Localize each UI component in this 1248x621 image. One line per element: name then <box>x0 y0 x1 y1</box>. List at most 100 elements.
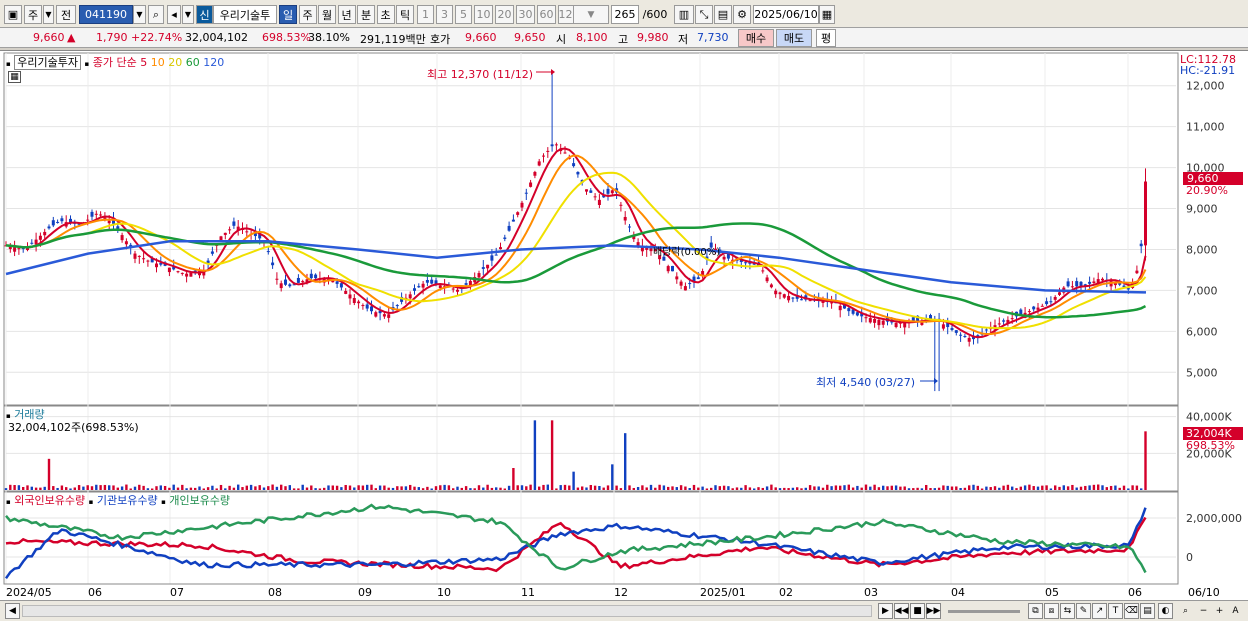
compare-icon[interactable]: ⇆ <box>1060 603 1075 619</box>
unit-select[interactable]: ▼ <box>573 5 609 24</box>
candle-body <box>873 318 877 323</box>
layout-icon[interactable]: ⧈ <box>1044 603 1059 619</box>
market-select[interactable]: 주 <box>24 5 42 24</box>
chart-tool-icon[interactable]: ▤ <box>1140 603 1155 619</box>
candle-body <box>180 272 184 274</box>
interval-30-button[interactable]: 30 <box>516 5 535 24</box>
price-tick-label: 6,000 <box>1186 325 1218 338</box>
chart-area[interactable]: 12,000 11,000 10,000 9,000 8,000 7,000 6,000 5,… <box>0 50 1248 600</box>
arrow-tool-icon[interactable]: ↗ <box>1092 603 1107 619</box>
plus-icon[interactable]: + <box>1212 603 1227 619</box>
period-3-button[interactable]: 년 <box>337 5 356 24</box>
crosshair-icon[interactable]: ⤡ <box>695 5 713 24</box>
volume-bar <box>662 485 666 490</box>
volume-bar <box>22 486 25 490</box>
candle-body <box>1049 301 1053 303</box>
candle-body <box>606 188 610 194</box>
zoom-slider[interactable] <box>948 610 1020 613</box>
volume-bar <box>73 487 76 490</box>
font-size-icon[interactable]: A <box>1228 603 1243 619</box>
text-tool-icon[interactable]: T <box>1108 603 1123 619</box>
scroll-right-icon[interactable]: ▶ <box>878 603 893 619</box>
period-4-button[interactable]: 분 <box>357 5 375 24</box>
draw-icon[interactable]: ✎ <box>1076 603 1091 619</box>
interval-10-button[interactable]: 10 <box>474 5 493 24</box>
interval-5-button[interactable]: 5 <box>455 5 472 24</box>
volume-bar <box>619 488 623 490</box>
gear-icon[interactable]: ⚙ <box>733 5 751 24</box>
sell-button[interactable]: 매도 <box>776 29 812 47</box>
candle-body <box>537 161 541 166</box>
candle-body <box>133 253 137 259</box>
count-input[interactable]: 265 <box>611 5 639 24</box>
candle-body <box>1040 305 1044 307</box>
candle-body <box>155 263 158 268</box>
zoom-in-icon[interactable]: ⌕ <box>1178 603 1193 619</box>
volume-bar <box>249 484 253 490</box>
candle-body <box>387 314 391 318</box>
table-icon[interactable]: ▦ <box>8 71 21 83</box>
stock-code-input[interactable]: 041190 <box>79 5 133 24</box>
period-1-button[interactable]: 주 <box>298 5 317 24</box>
chart-type-icon[interactable]: ▥ <box>674 5 694 24</box>
candle-body <box>855 312 859 316</box>
search-icon[interactable]: ⌕ <box>148 5 164 24</box>
copy-icon[interactable]: ⧉ <box>1028 603 1043 619</box>
code-dropdown-icon[interactable]: ▼ <box>133 5 146 24</box>
list-dropdown-icon[interactable]: ▼ <box>182 5 194 24</box>
volume-bar <box>937 487 941 490</box>
candle-body <box>137 255 141 257</box>
volume-bar <box>1032 486 1035 490</box>
volume-bar <box>288 485 291 490</box>
window-icon[interactable]: ▣ <box>4 5 22 24</box>
buy-button[interactable]: 매수 <box>738 29 774 47</box>
volume-bar <box>120 486 124 490</box>
volume-bar <box>30 486 33 490</box>
candle-body <box>370 306 373 312</box>
calendar-icon[interactable]: ▦ <box>819 5 835 24</box>
interval-60-button[interactable]: 60 <box>537 5 556 24</box>
change: 1,790 <box>96 31 128 44</box>
volume-bar <box>1028 484 1031 490</box>
candle-body <box>619 204 623 206</box>
stop-icon[interactable]: ■ <box>910 603 925 619</box>
chart-canvas[interactable]: 12,00011,00010,0009,0008,0007,0006,0005,… <box>0 51 1248 601</box>
candle-body <box>43 231 47 236</box>
volume-bar <box>224 488 227 490</box>
minus-icon[interactable]: − <box>1196 603 1211 619</box>
candle-body <box>185 273 189 277</box>
speaker-icon[interactable]: ◂ <box>167 5 181 24</box>
volume-bar <box>275 486 279 490</box>
eval-button[interactable]: 평 <box>816 29 836 47</box>
price-tick-label: 12,000 <box>1186 80 1225 93</box>
volume-bar <box>495 487 498 490</box>
date-input[interactable]: 2025/06/10 <box>753 5 819 24</box>
volume-bar <box>271 484 274 490</box>
interval-3-button[interactable]: 3 <box>436 5 453 24</box>
volume-bar <box>421 488 425 490</box>
x-tick-label: 2025/01 <box>700 586 746 599</box>
period-2-button[interactable]: 월 <box>318 5 336 24</box>
candle-body <box>361 305 365 307</box>
forward-icon[interactable]: ▶▶ <box>926 603 941 619</box>
period-6-button[interactable]: 틱 <box>396 5 414 24</box>
high-price: 9,980 <box>637 31 669 44</box>
palette-icon[interactable]: ◐ <box>1158 603 1173 619</box>
volume-bar <box>378 485 382 490</box>
save-icon[interactable]: ▤ <box>714 5 732 24</box>
period-0-button[interactable]: 일 <box>279 5 297 24</box>
market-dropdown-icon[interactable]: ▼ <box>43 5 54 24</box>
x-tick-label: 10 <box>437 586 451 599</box>
scroll-left-icon[interactable]: ◀ <box>5 603 20 619</box>
candle-body <box>585 189 588 192</box>
rewind-icon[interactable]: ◀◀ <box>894 603 909 619</box>
prev-button[interactable]: 전 <box>56 5 76 24</box>
volume-bar <box>469 488 472 490</box>
stock-title[interactable]: 우리기술투자 <box>14 55 81 70</box>
scrollbar-track[interactable] <box>22 605 872 617</box>
interval-1-button[interactable]: 1 <box>417 5 434 24</box>
interval-20-button[interactable]: 20 <box>495 5 514 24</box>
period-5-button[interactable]: 초 <box>376 5 395 24</box>
volume-bar <box>886 486 889 490</box>
erase-icon[interactable]: ⌫ <box>1124 603 1139 619</box>
